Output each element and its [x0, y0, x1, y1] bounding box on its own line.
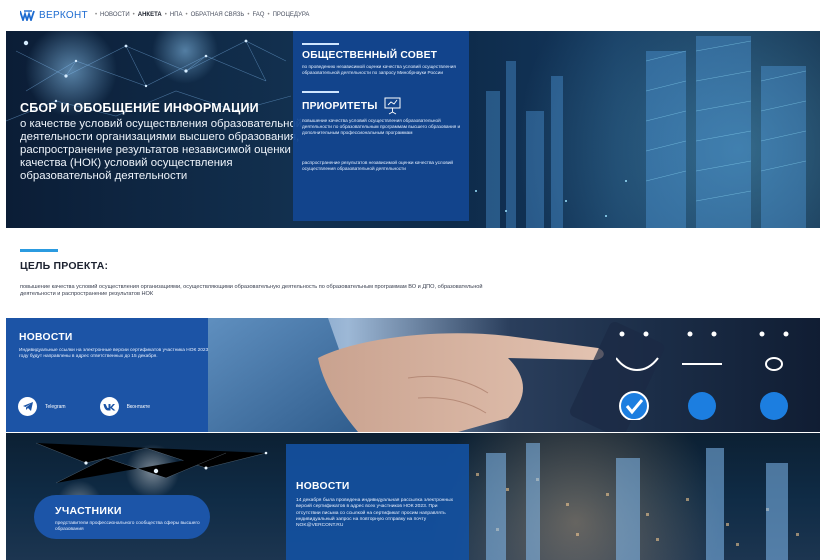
menu-item-news[interactable]: НОВОСТИ: [100, 12, 130, 18]
participants-badge: УЧАСТНИКИ представители профессиональног…: [34, 495, 210, 539]
goal-text: повышение качества условий осуществления…: [20, 284, 483, 298]
menu-item-faq[interactable]: FAQ: [252, 12, 264, 18]
hero-info-panel: ОБЩЕСТВЕННЫЙ СОВЕТ по проведению независ…: [293, 31, 469, 221]
menu-separator: •: [94, 12, 98, 18]
panel-divider: [302, 43, 339, 45]
brand-logo[interactable]: ВЕРКОНТ: [20, 10, 88, 21]
telegram-icon: [18, 397, 37, 416]
news-title: НОВОСТИ: [19, 332, 73, 343]
presentation-icon: [384, 97, 401, 115]
rating-faces-graphic: [616, 331, 789, 420]
telegram-link[interactable]: Telegram: [18, 397, 66, 416]
priorities-text: повышение качества условий осуществления…: [302, 118, 461, 135]
vk-label: Вконтакте: [126, 403, 150, 410]
menu-item-survey[interactable]: АНКЕТА: [138, 12, 162, 18]
logo-mark-icon: [20, 9, 35, 21]
brand-name: ВЕРКОНТ: [39, 9, 88, 21]
news-banner: НОВОСТИ Индивидуальные ссылки на электро…: [6, 318, 820, 432]
panel-divider: [302, 91, 339, 93]
goal-accent-line: [20, 249, 58, 252]
menu-separator: •: [164, 12, 167, 18]
news-title-secondary: НОВОСТИ: [296, 481, 350, 492]
news-text: Индивидуальные ссылки на электронные вер…: [19, 348, 209, 360]
news-text-secondary: 14 декабря была проведена индивидуальная…: [296, 498, 454, 529]
menu-separator: •: [185, 12, 188, 18]
participants-text: представители профессионального сообщест…: [55, 521, 200, 532]
hero-banner: СБОР И ОБОБЩЕНИЕ ИНФОРМАЦИИ о качестве у…: [6, 31, 820, 228]
news-panel-secondary: НОВОСТИ 14 декабря была проведена индиви…: [286, 444, 469, 560]
main-menu: • НОВОСТИ • АНКЕТА • НПА • ОБРАТНАЯ СВЯЗ…: [92, 12, 310, 18]
hero-title: СБОР И ОБОБЩЕНИЕ ИНФОРМАЦИИ: [20, 101, 259, 115]
social-links: Telegram Вконтакте: [18, 397, 184, 416]
menu-item-procedure[interactable]: ПРОЦЕДУРА: [273, 12, 310, 18]
participants-banner: УЧАСТНИКИ представители профессиональног…: [6, 433, 820, 560]
menu-item-npa[interactable]: НПА: [170, 12, 183, 18]
menu-separator: •: [247, 12, 250, 18]
goal-title: ЦЕЛЬ ПРОЕКТА:: [20, 260, 109, 272]
council-text: по проведению независимой оценки качеств…: [302, 64, 456, 75]
top-navigation: ВЕРКОНТ • НОВОСТИ • АНКЕТА • НПА • ОБРАТ…: [0, 0, 820, 30]
menu-separator: •: [132, 12, 135, 18]
hero-text-block: СБОР И ОБОБЩЕНИЕ ИНФОРМАЦИИ о качестве у…: [20, 101, 310, 183]
council-title: ОБЩЕСТВЕННЫЙ СОВЕТ: [302, 50, 438, 61]
priorities-title: ПРИОРИТЕТЫ: [302, 100, 378, 112]
menu-separator: •: [267, 12, 270, 18]
participants-title: УЧАСТНИКИ: [55, 505, 122, 517]
news-panel: НОВОСТИ Индивидуальные ссылки на электро…: [6, 318, 208, 432]
vk-icon: [99, 397, 119, 416]
dissemination-text: распространение результатов независимой …: [302, 160, 454, 171]
menu-item-feedback[interactable]: ОБРАТНАЯ СВЯЗЬ: [191, 12, 245, 18]
telegram-label: Telegram: [45, 403, 66, 410]
hero-description: о качестве условий осуществления образов…: [20, 118, 303, 182]
vk-link[interactable]: Вконтакте: [99, 397, 150, 416]
